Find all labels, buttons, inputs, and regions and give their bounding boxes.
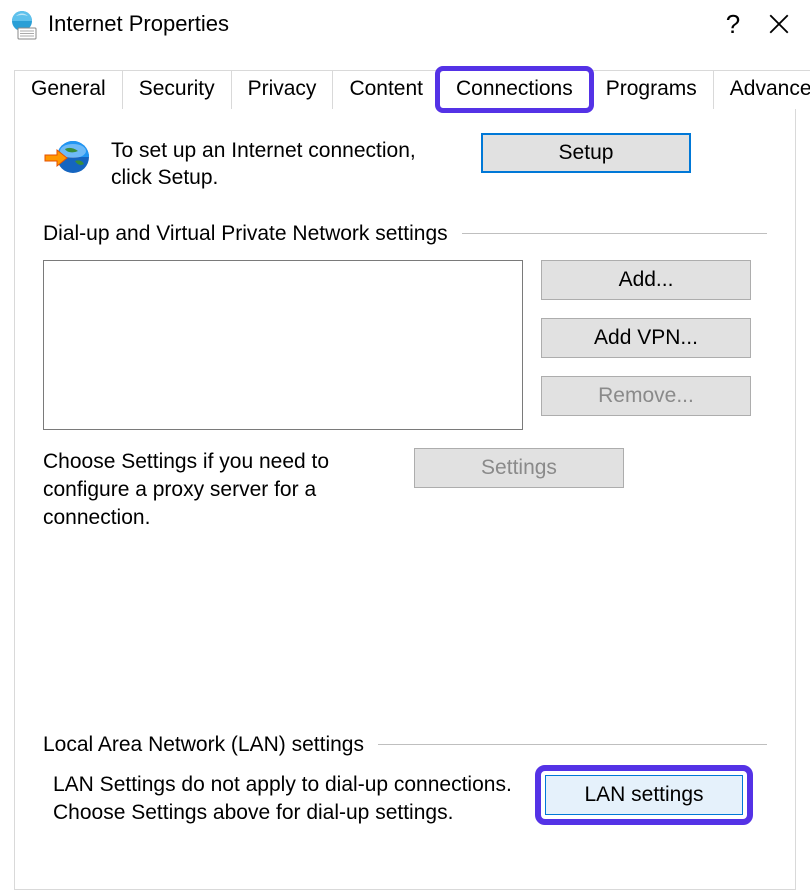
section-divider bbox=[378, 744, 767, 745]
dialup-section-header: Dial-up and Virtual Private Network sett… bbox=[43, 222, 767, 246]
window-title: Internet Properties bbox=[48, 11, 710, 37]
tab-bar: General Security Privacy Content Connect… bbox=[14, 70, 810, 109]
add-button[interactable]: Add... bbox=[541, 260, 751, 300]
dialup-section-title: Dial-up and Virtual Private Network sett… bbox=[43, 222, 448, 246]
lan-section-header: Local Area Network (LAN) settings bbox=[43, 733, 767, 757]
tab-privacy[interactable]: Privacy bbox=[231, 70, 334, 109]
tab-content[interactable]: Content bbox=[332, 70, 440, 109]
setup-row: To set up an Internet connection, click … bbox=[43, 133, 767, 192]
lan-settings-button[interactable]: LAN settings bbox=[545, 775, 743, 815]
globe-arrow-icon bbox=[43, 133, 91, 181]
lan-section: Local Area Network (LAN) settings LAN Se… bbox=[43, 733, 767, 828]
setup-description: To set up an Internet connection, click … bbox=[111, 133, 461, 192]
lan-section-title: Local Area Network (LAN) settings bbox=[43, 733, 364, 757]
tab-general[interactable]: General bbox=[14, 70, 123, 109]
tab-security[interactable]: Security bbox=[122, 70, 232, 109]
dialup-settings-description: Choose Settings if you need to configure… bbox=[43, 448, 396, 533]
titlebar: Internet Properties ? bbox=[0, 0, 810, 48]
help-button[interactable]: ? bbox=[710, 9, 756, 40]
dialup-connections-listbox[interactable] bbox=[43, 260, 523, 430]
tab-advanced[interactable]: Advanced bbox=[713, 70, 810, 109]
tab-connections[interactable]: Connections bbox=[439, 70, 590, 109]
setup-button[interactable]: Setup bbox=[481, 133, 691, 173]
dialup-button-column: Add... Add VPN... Remove... bbox=[541, 260, 767, 430]
tab-programs[interactable]: Programs bbox=[589, 70, 714, 109]
add-vpn-button[interactable]: Add VPN... bbox=[541, 318, 751, 358]
internet-properties-icon bbox=[8, 8, 40, 40]
tab-panel-connections: To set up an Internet connection, click … bbox=[14, 108, 796, 890]
lan-button-highlight: LAN settings bbox=[541, 771, 747, 819]
dialup-settings-button[interactable]: Settings bbox=[414, 448, 624, 488]
dialup-row: Add... Add VPN... Remove... bbox=[43, 260, 767, 430]
lan-description: LAN Settings do not apply to dial-up con… bbox=[43, 771, 523, 828]
lan-row: LAN Settings do not apply to dial-up con… bbox=[43, 771, 767, 828]
remove-button[interactable]: Remove... bbox=[541, 376, 751, 416]
dialup-settings-row: Choose Settings if you need to configure… bbox=[43, 448, 767, 533]
close-button[interactable] bbox=[756, 1, 802, 47]
section-divider bbox=[462, 233, 767, 234]
